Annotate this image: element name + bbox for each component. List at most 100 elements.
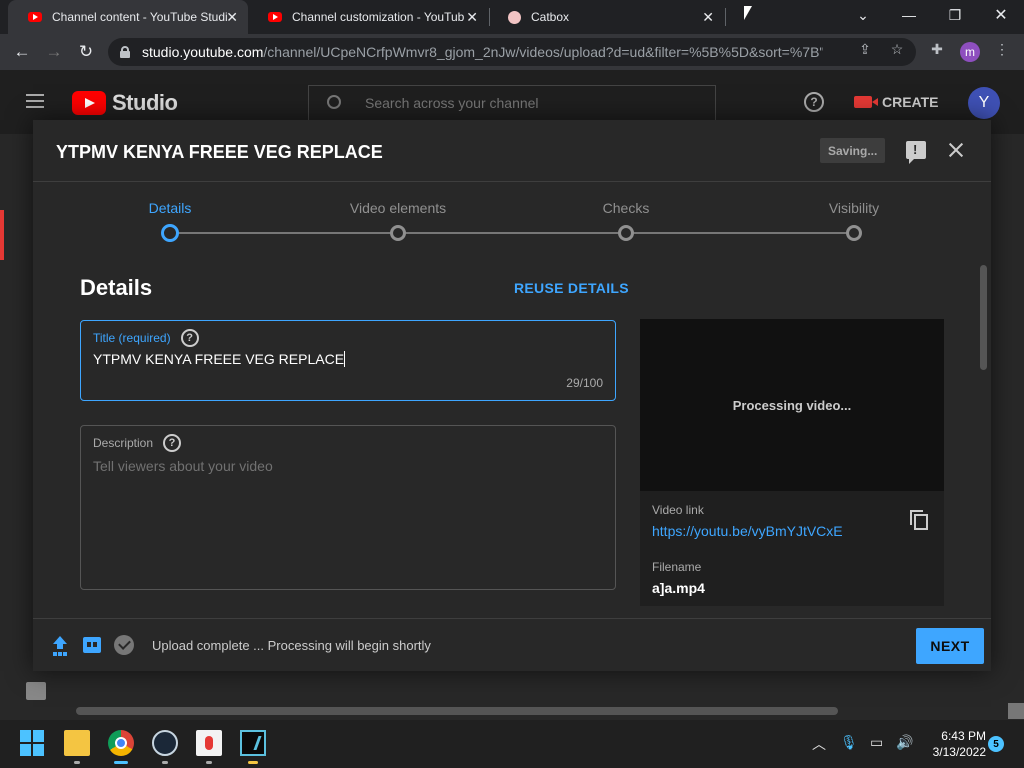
filename-label: Filename bbox=[652, 560, 702, 574]
url-host: studio.youtube.com bbox=[142, 44, 264, 60]
network-icon[interactable]: ▭ bbox=[870, 734, 883, 751]
channel-avatar[interactable]: Y bbox=[968, 87, 1000, 119]
taskbar-indicator bbox=[74, 761, 80, 764]
minimize-icon[interactable]: — bbox=[886, 0, 932, 30]
chrome-icon[interactable] bbox=[108, 730, 134, 756]
tab-separator bbox=[725, 8, 726, 26]
paint-app-icon[interactable] bbox=[196, 730, 222, 756]
youtube-favicon-icon bbox=[28, 12, 42, 22]
restore-icon[interactable]: ❐ bbox=[932, 0, 978, 30]
tab-channel-content[interactable]: Channel content - YouTube Studio ✕ bbox=[8, 0, 248, 34]
youtube-logo-icon[interactable] bbox=[72, 91, 106, 115]
title-label-text: Title (required) bbox=[93, 331, 171, 345]
sidebar-feedback-icon[interactable] bbox=[26, 682, 46, 700]
taskbar-indicator bbox=[206, 761, 212, 764]
video-link-label: Video link bbox=[652, 503, 704, 517]
close-tab-icon[interactable]: ✕ bbox=[466, 9, 478, 26]
filename-value: a]a.mp4 bbox=[652, 580, 705, 596]
step-video-elements[interactable]: Video elements bbox=[318, 200, 478, 216]
hamburger-menu-icon[interactable] bbox=[26, 94, 44, 108]
close-tab-icon[interactable]: ✕ bbox=[226, 9, 238, 26]
help-question-icon[interactable]: ? bbox=[180, 329, 199, 347]
clock-date: 3/13/2022 bbox=[932, 745, 986, 759]
title-char-counter: 29/100 bbox=[566, 376, 603, 390]
step-checks-dot[interactable] bbox=[618, 225, 634, 241]
channel-search-input[interactable]: Search across your channel bbox=[308, 85, 716, 121]
close-tab-icon[interactable]: ✕ bbox=[702, 9, 714, 26]
windows-taskbar: ︿ 🎙 ▭ 🔊 6:43 PM 3/13/2022 5 bbox=[0, 720, 1024, 768]
title-input[interactable]: YTPMV KENYA FREEE VEG REPLACE bbox=[93, 351, 593, 367]
catbox-favicon-icon bbox=[508, 10, 521, 24]
video-link[interactable]: https://youtu.be/vyBmYJtVCxE bbox=[652, 523, 843, 539]
address-bar[interactable]: studio.youtube.com/channel/UCpeNCrfpWmvr… bbox=[108, 38, 916, 66]
help-icon[interactable]: ? bbox=[804, 92, 824, 112]
extensions-puzzle-icon[interactable]: ✚ bbox=[928, 40, 946, 58]
page-horizontal-scrollbar[interactable] bbox=[76, 707, 838, 715]
reload-icon[interactable]: ↻ bbox=[74, 40, 98, 64]
studio-logo-text: Studio bbox=[112, 90, 178, 115]
mouse-cursor-icon bbox=[744, 6, 752, 20]
upload-details-dialog: YTPMV KENYA FREEE VEG REPLACE Saving... … bbox=[33, 120, 991, 671]
video-preview: Processing video... bbox=[640, 319, 944, 491]
clock-time: 6:43 PM bbox=[941, 729, 986, 743]
title-field[interactable]: Title (required) ? YTPMV KENYA FREEE VEG… bbox=[80, 320, 616, 401]
step-checks[interactable]: Checks bbox=[546, 200, 706, 216]
tab-label: Channel content - YouTube Studio bbox=[52, 10, 227, 24]
tab-channel-customization[interactable]: Channel customization - YouTube Studio ✕ bbox=[248, 0, 488, 34]
taskbar-indicator bbox=[248, 761, 258, 764]
browser-profile-avatar[interactable]: m bbox=[960, 42, 980, 62]
next-button[interactable]: NEXT bbox=[916, 628, 984, 664]
step-details-dot[interactable] bbox=[161, 224, 179, 242]
search-icon bbox=[327, 95, 341, 109]
bookmark-star-icon[interactable]: ☆ bbox=[888, 40, 906, 58]
reuse-details-button[interactable]: REUSE DETAILS bbox=[514, 280, 629, 296]
description-field[interactable]: Description ? Tell viewers about your vi… bbox=[80, 425, 616, 590]
copy-icon[interactable] bbox=[910, 510, 928, 530]
description-field-label: Description ? bbox=[93, 434, 182, 452]
microphone-icon[interactable]: 🎙 bbox=[840, 734, 858, 751]
browser-tab-bar: Channel content - YouTube Studio ✕ Chann… bbox=[0, 0, 1024, 34]
search-placeholder: Search across your channel bbox=[365, 95, 539, 111]
volume-icon[interactable]: 🔊 bbox=[896, 734, 913, 751]
notification-count-badge[interactable]: 5 bbox=[988, 736, 1004, 752]
file-explorer-icon[interactable] bbox=[64, 730, 90, 756]
upload-icon bbox=[52, 636, 68, 654]
hd-processing-icon bbox=[83, 637, 101, 653]
create-label: CREATE bbox=[882, 94, 939, 110]
steam-icon[interactable] bbox=[152, 730, 178, 756]
processing-status: Processing video... bbox=[732, 397, 852, 413]
tray-chevron-up-icon[interactable]: ︿ bbox=[812, 734, 826, 754]
lock-icon bbox=[120, 46, 130, 58]
tab-search-chevron-icon[interactable]: ⌄ bbox=[840, 0, 886, 30]
sidebar-active-indicator bbox=[0, 210, 4, 260]
saving-status-badge: Saving... bbox=[820, 138, 886, 163]
system-clock[interactable]: 6:43 PM 3/13/2022 bbox=[926, 728, 986, 760]
youtube-favicon-icon bbox=[268, 12, 282, 22]
window-close-icon[interactable]: ✕ bbox=[978, 0, 1024, 30]
forward-arrow-icon[interactable]: → bbox=[42, 40, 66, 64]
taskbar-active-indicator bbox=[114, 761, 128, 764]
video-preview-panel: Processing video... Video link https://y… bbox=[640, 319, 944, 606]
stepper-line bbox=[170, 232, 854, 234]
step-video-elements-dot[interactable] bbox=[390, 225, 406, 241]
back-arrow-icon[interactable]: ← bbox=[10, 40, 34, 64]
description-placeholder: Tell viewers about your video bbox=[93, 458, 273, 474]
upload-status-text: Upload complete ... Processing will begi… bbox=[152, 638, 431, 653]
url-path: /channel/UCpeNCrfpWmvr8_gjom_2nJw/videos… bbox=[263, 44, 824, 60]
video-editor-icon[interactable] bbox=[240, 730, 266, 756]
dialog-scrollbar[interactable] bbox=[980, 265, 987, 370]
step-details[interactable]: Details bbox=[90, 200, 250, 216]
page-scroll-corner bbox=[1008, 703, 1024, 719]
title-field-label: Title (required) ? bbox=[93, 329, 199, 347]
step-visibility[interactable]: Visibility bbox=[774, 200, 934, 216]
browser-menu-icon[interactable]: ⋮ bbox=[993, 40, 1011, 58]
help-question-icon[interactable]: ? bbox=[163, 434, 182, 452]
tab-label: Catbox bbox=[531, 10, 570, 24]
share-icon[interactable]: ⇪ bbox=[856, 40, 874, 58]
step-visibility-dot[interactable] bbox=[846, 225, 862, 241]
create-button[interactable]: CREATE bbox=[846, 88, 947, 116]
tab-catbox[interactable]: Catbox ✕ bbox=[488, 0, 724, 34]
feedback-icon[interactable] bbox=[906, 141, 926, 164]
windows-start-icon[interactable] bbox=[20, 730, 46, 756]
close-icon[interactable] bbox=[945, 139, 967, 161]
